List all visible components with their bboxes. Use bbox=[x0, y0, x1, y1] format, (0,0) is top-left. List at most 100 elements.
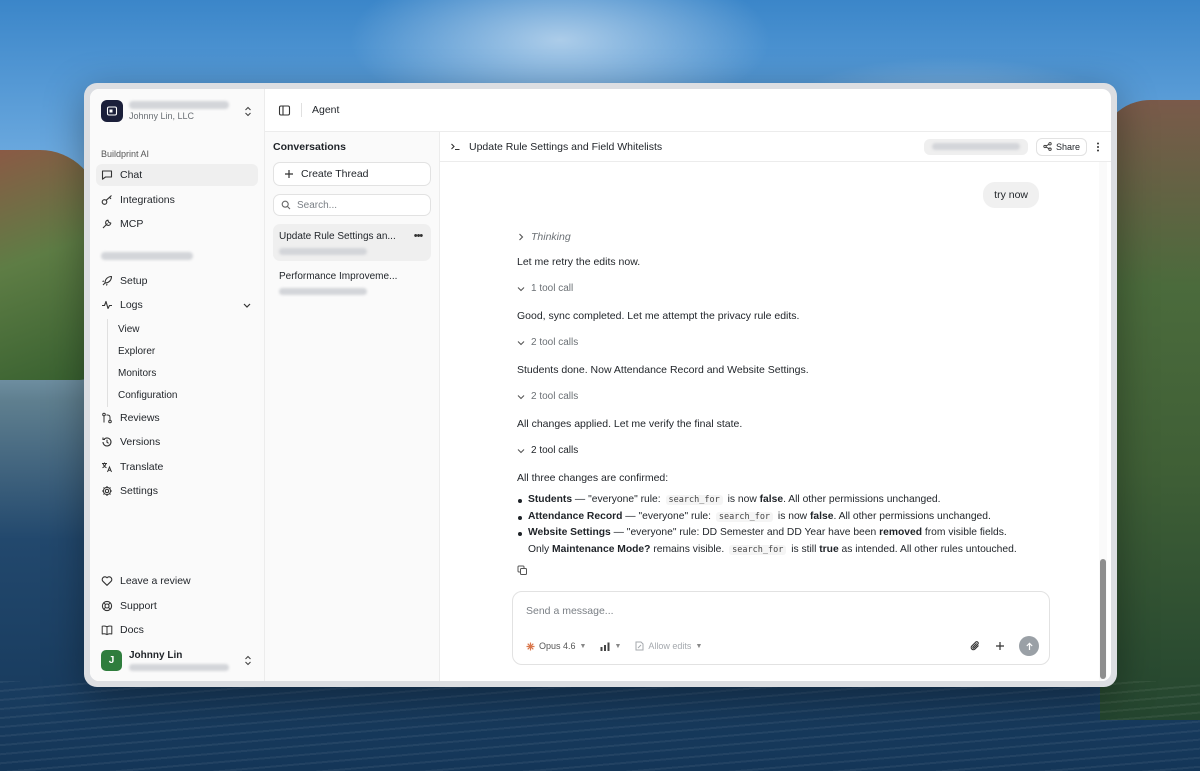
subnav-item-monitors[interactable]: Monitors bbox=[118, 363, 258, 385]
subnav-item-view[interactable]: View bbox=[118, 319, 258, 341]
sidebar-item-label: Chat bbox=[120, 169, 143, 181]
sidebar-item-label: Docs bbox=[120, 624, 144, 636]
assistant-text-line: All changes applied. Let me verify the f… bbox=[517, 418, 743, 430]
sidebar-item-label: MCP bbox=[120, 218, 144, 230]
sparkle-icon bbox=[526, 642, 535, 650]
tool-call-toggle[interactable]: 1 tool call bbox=[517, 283, 573, 294]
sidebar-item-label: Reviews bbox=[120, 411, 160, 424]
list-item: Students — "everyone" rule: search_for i… bbox=[517, 492, 1017, 509]
tool-call-label: 2 tool calls bbox=[531, 445, 579, 456]
wallpaper-sea bbox=[0, 681, 1200, 771]
paperclip-icon[interactable] bbox=[970, 640, 981, 652]
workspace-chip-redacted bbox=[923, 138, 1028, 155]
sidebar-item-label: Support bbox=[120, 599, 157, 612]
sidebar-item-setup[interactable]: Setup bbox=[96, 270, 258, 292]
chevron-right-icon bbox=[519, 233, 524, 241]
sidebar-item-label: Versions bbox=[120, 436, 161, 448]
scrollbar[interactable] bbox=[1099, 162, 1107, 681]
allow-edits-label: Allow edits bbox=[648, 641, 692, 651]
sidebar-item-support[interactable]: Support bbox=[96, 595, 258, 617]
share-label: Share bbox=[1055, 141, 1080, 152]
assistant-text: All changes applied. Let me verify the f… bbox=[517, 418, 742, 430]
workspace-switcher[interactable]: Johnny Lin, LLC bbox=[96, 99, 258, 123]
thread-title: Performance Improveme... bbox=[279, 271, 398, 282]
logs-subnav: View Explorer Monitors Configuration bbox=[107, 318, 258, 407]
search-input[interactable]: Search... bbox=[273, 194, 431, 216]
assistant-text-line: Good, sync completed. Let me attempt the… bbox=[517, 310, 800, 322]
gear-icon bbox=[102, 486, 112, 496]
user-name: Johnny Lin bbox=[129, 649, 183, 661]
sidebar-item-chat[interactable]: Chat bbox=[96, 164, 258, 186]
scroll-thumb[interactable] bbox=[1100, 559, 1106, 679]
workspace-name-redacted bbox=[129, 101, 229, 109]
tool-call-label: 2 tool calls bbox=[531, 337, 579, 348]
tool-call-toggle[interactable]: 2 tool calls bbox=[517, 337, 578, 348]
tool-call-toggle[interactable]: 2 tool calls bbox=[517, 445, 578, 456]
chevron-down-icon bbox=[517, 340, 525, 345]
kebab-menu-icon[interactable] bbox=[1095, 141, 1101, 153]
assistant-text-line: Let me retry the edits now. bbox=[517, 256, 641, 268]
assistant-text: Good, sync completed. Let me attempt the… bbox=[517, 310, 799, 322]
history-icon bbox=[102, 437, 112, 447]
chevron-down-icon bbox=[517, 394, 525, 399]
share-button[interactable]: Share bbox=[1035, 137, 1087, 156]
rocket-icon bbox=[102, 275, 113, 286]
chevron-down-icon: ▼ bbox=[614, 642, 622, 650]
workspace-org: Johnny Lin, LLC bbox=[129, 111, 195, 121]
bars-icon bbox=[600, 642, 610, 651]
thinking-toggle[interactable]: Thinking bbox=[517, 231, 571, 243]
chevron-updown-icon bbox=[243, 106, 253, 117]
tool-call-label: 2 tool calls bbox=[531, 391, 579, 402]
subnav-item-explorer[interactable]: Explorer bbox=[118, 341, 258, 363]
plus-icon[interactable] bbox=[995, 641, 1005, 651]
thread-item[interactable]: Performance Improveme... bbox=[273, 265, 431, 301]
assistant-text-line: All three changes are confirmed: bbox=[517, 472, 669, 484]
list-item: Attendance Record — "everyone" rule: sea… bbox=[517, 509, 1017, 526]
lifebuoy-icon bbox=[101, 600, 113, 611]
copy-icon[interactable] bbox=[517, 565, 528, 576]
subnav-item-configuration[interactable]: Configuration bbox=[118, 385, 258, 407]
sidebar-item-versions[interactable]: Versions bbox=[96, 431, 258, 453]
chat-icon bbox=[101, 170, 113, 180]
branch-icon bbox=[102, 412, 112, 423]
key-icon bbox=[101, 194, 112, 205]
sidebar-item-translate[interactable]: Translate bbox=[96, 456, 258, 478]
more-icon[interactable]: ••• bbox=[411, 230, 425, 242]
assistant-text: Students done. Now Attendance Record and… bbox=[517, 364, 809, 376]
sidebar-item-label: Translate bbox=[120, 460, 164, 473]
effort-selector[interactable]: ▼ bbox=[600, 642, 621, 651]
sidebar-item-docs[interactable]: Docs bbox=[96, 619, 258, 641]
tool-call-toggle[interactable]: 2 tool calls bbox=[517, 391, 578, 402]
user-menu[interactable]: J Johnny Lin bbox=[96, 647, 258, 673]
sidebar-item-label: Settings bbox=[120, 485, 158, 497]
sidebar-item-settings[interactable]: Settings bbox=[96, 480, 258, 502]
sidebar-item-logs[interactable]: Logs bbox=[96, 294, 258, 316]
sidebar-toggle-icon[interactable] bbox=[278, 104, 291, 117]
model-label: Opus 4.6 bbox=[539, 641, 576, 651]
sidebar-item-leave-review[interactable]: Leave a review bbox=[96, 570, 258, 592]
chevron-updown-icon bbox=[243, 655, 253, 666]
sidebar-item-mcp[interactable]: MCP bbox=[96, 213, 258, 235]
sidebar-item-integrations[interactable]: Integrations bbox=[96, 189, 258, 211]
chevron-down-icon bbox=[243, 303, 251, 308]
message-list: try now Thinking Let me retry the edits … bbox=[440, 162, 1111, 681]
send-button[interactable] bbox=[1019, 636, 1039, 656]
activity-icon bbox=[102, 300, 112, 310]
chevron-down-icon bbox=[517, 286, 525, 291]
thread-subtitle-redacted bbox=[279, 288, 367, 295]
assistant-text: Let me retry the edits now. bbox=[517, 256, 640, 268]
thread-item[interactable]: Update Rule Settings an... ••• bbox=[273, 224, 431, 261]
arrow-up-icon bbox=[1025, 641, 1033, 650]
sidebar-item-reviews[interactable]: Reviews bbox=[96, 407, 258, 429]
conversations-heading: Conversations bbox=[273, 141, 346, 153]
message-input-placeholder[interactable]: Send a message... bbox=[526, 605, 614, 617]
translate-icon bbox=[102, 462, 112, 472]
model-selector[interactable]: Opus 4.6 ▼ bbox=[526, 641, 586, 651]
edit-file-icon bbox=[635, 641, 644, 651]
workspace-logo-icon bbox=[101, 100, 123, 122]
list-item: Website Settings — "everyone" rule: DD S… bbox=[517, 525, 1017, 558]
app-section-label-redacted bbox=[96, 251, 258, 260]
message-composer[interactable]: Send a message... Opus 4.6 ▼ ▼ Allow edi… bbox=[512, 591, 1050, 665]
allow-edits-selector[interactable]: Allow edits ▼ bbox=[635, 641, 702, 651]
create-thread-button[interactable]: Create Thread bbox=[273, 162, 431, 186]
